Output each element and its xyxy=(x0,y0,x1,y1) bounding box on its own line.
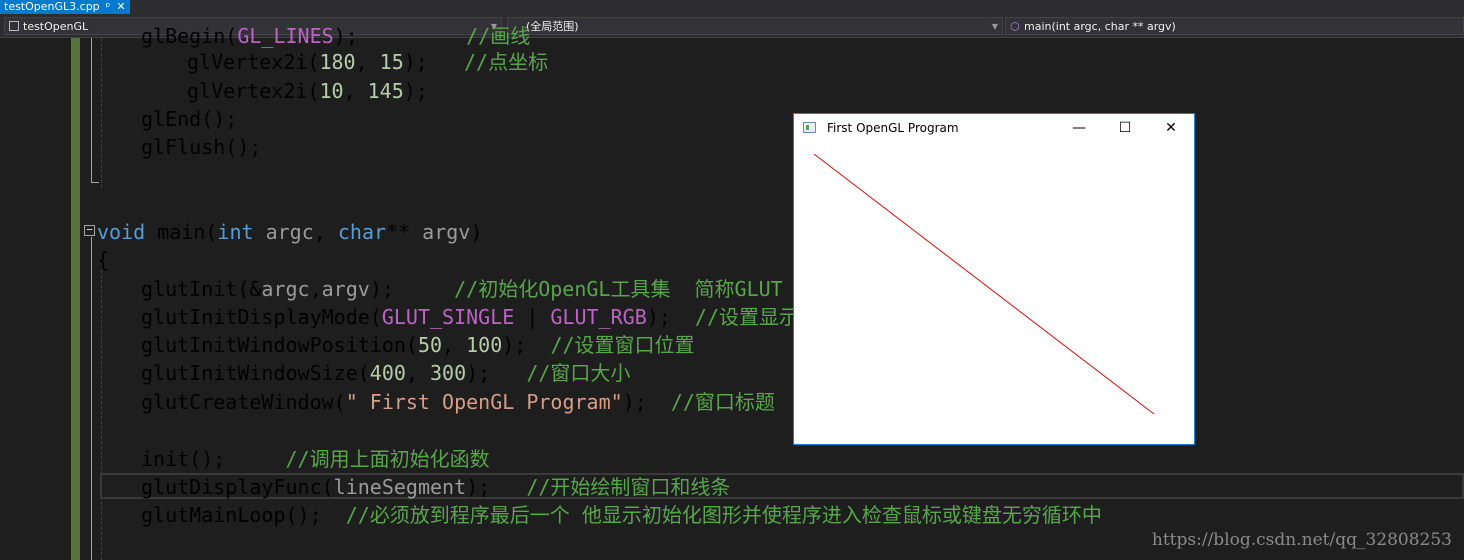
chevron-down-icon: ▼ xyxy=(991,22,998,31)
glut-window[interactable]: First OpenGL Program — ☐ ✕ xyxy=(793,113,1195,445)
code-line-main-signature[interactable]: void main(int argc, char** argv) xyxy=(97,218,482,246)
window-titlebar[interactable]: First OpenGL Program — ☐ ✕ xyxy=(794,114,1194,144)
code-line-displaymode[interactable]: glutInitDisplayMode(GLUT_SINGLE | GLUT_R… xyxy=(141,303,839,331)
code-line-init[interactable]: init(); //调用上面初始化函数 xyxy=(141,445,490,473)
fold-end-marker xyxy=(91,182,99,183)
document-tab-strip: testOpenGL3.cpp ᵖ ✕ xyxy=(0,0,1464,16)
scope-label: (全局范围) xyxy=(526,20,579,33)
code-line-glutinit[interactable]: glutInit(&argc,argv); //初始化OpenGL工具集 简称G… xyxy=(141,275,783,303)
close-button[interactable]: ✕ xyxy=(1148,114,1194,144)
rendered-line-segment xyxy=(813,153,1155,415)
code-line-displayfunc[interactable]: glutDisplayFunc(lineSegment); //开始绘制窗口和线… xyxy=(141,473,730,501)
project-icon xyxy=(9,21,19,31)
code-line-windowsize[interactable]: glutInitWindowSize(400, 300); //窗口大小 xyxy=(141,359,630,387)
method-icon: ⬡ xyxy=(1010,20,1020,33)
fold-line xyxy=(91,237,92,560)
change-tracking-bar xyxy=(71,38,80,560)
scope-dropdown[interactable]: (全局范围) ▼ xyxy=(507,17,1003,35)
code-line-glbegin[interactable]: glBegin(GL_LINES); //画线 xyxy=(141,22,530,50)
function-dropdown[interactable]: ⬡ main(int argc, char ** argv) xyxy=(1005,17,1464,35)
pin-icon[interactable]: ᵖ xyxy=(106,0,111,14)
tab-testopengl3[interactable]: testOpenGL3.cpp ᵖ ✕ xyxy=(0,0,130,14)
project-label: testOpenGL xyxy=(23,20,89,33)
code-line-vertex-2[interactable]: glVertex2i(10, 145); xyxy=(187,77,428,105)
indent-guide xyxy=(101,38,102,188)
line-number-margin xyxy=(34,38,71,560)
code-line-windowposition[interactable]: glutInitWindowPosition(50, 100); //设置窗口位… xyxy=(141,331,695,359)
app-window-icon xyxy=(803,122,816,133)
opengl-canvas xyxy=(813,153,1155,415)
code-line-vertex-1[interactable]: glVertex2i(180, 15); //点坐标 xyxy=(187,48,548,76)
fold-line xyxy=(91,38,92,182)
code-line-createwindow[interactable]: glutCreateWindow(" First OpenGL Program"… xyxy=(141,388,775,416)
collapse-toggle-icon[interactable]: − xyxy=(84,224,95,236)
indent-guide xyxy=(101,270,102,560)
minimize-button[interactable]: — xyxy=(1056,114,1102,144)
code-line-glflush[interactable]: glFlush(); xyxy=(141,133,261,161)
maximize-button[interactable]: ☐ xyxy=(1102,114,1148,144)
code-line-brace[interactable]: { xyxy=(97,246,109,274)
code-line-glend[interactable]: glEnd(); xyxy=(141,105,237,133)
function-label: main(int argc, char ** argv) xyxy=(1024,20,1176,33)
close-tab-icon[interactable]: ✕ xyxy=(116,0,125,14)
watermark-text: https://blog.csdn.net/qq_32808253 xyxy=(1151,530,1452,550)
tab-filename: testOpenGL3.cpp xyxy=(4,0,100,13)
editor-gutter xyxy=(0,38,34,560)
window-title: First OpenGL Program xyxy=(827,121,959,135)
code-line-mainloop[interactable]: glutMainLoop(); //必须放到程序最后一个 他显示初始化图形并使程… xyxy=(141,501,1102,529)
